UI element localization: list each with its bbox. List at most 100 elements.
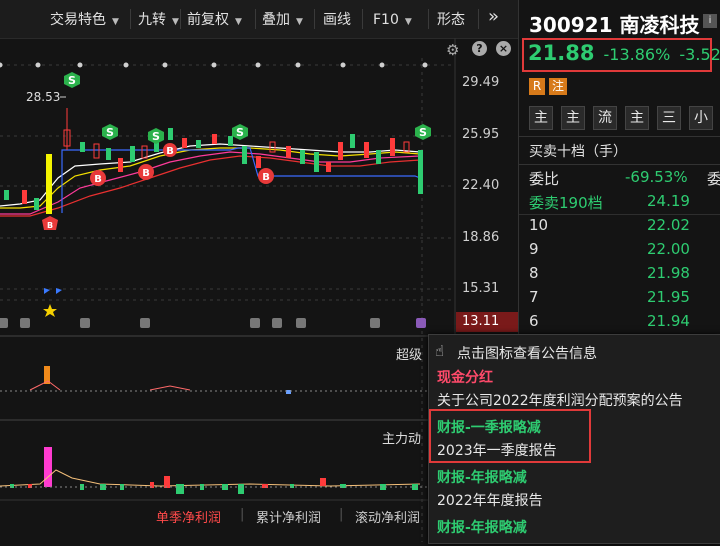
price-label: 22.40: [462, 178, 500, 193]
bid-ratio-label: 委比: [529, 170, 560, 188]
price-label: 25.95: [462, 127, 500, 142]
toolbar-adjust[interactable]: 前复权 ▼: [187, 9, 242, 31]
ask-level-num: 9: [529, 240, 539, 258]
toolbar-label: 九转: [138, 12, 166, 28]
ask-level-num: 8: [529, 264, 539, 282]
announcement-popup: ☝ 点击图标查看公告信息 现金分红 关于公司2022年度利润分配预案的公告 财报…: [428, 334, 720, 544]
event-flags: [43, 288, 62, 317]
svg-text:B: B: [94, 174, 102, 185]
grid-lines: [0, 58, 455, 542]
ask-level-num: 7: [529, 288, 539, 306]
tab-cumulative-profit[interactable]: 累计净利润: [256, 507, 321, 526]
divider: [478, 9, 479, 29]
divider: |: [339, 507, 344, 522]
help-icon[interactable]: ?: [472, 41, 487, 56]
section-title-q1-report[interactable]: 财报-一季报略减: [437, 417, 541, 437]
order-book-title: 买卖十档（手）: [529, 144, 627, 160]
popup-hint: 点击图标查看公告信息: [457, 346, 597, 362]
svg-text:B: B: [262, 172, 270, 183]
ask-level-price: 22.02: [647, 216, 690, 234]
toolbar-label: 画线: [323, 12, 351, 28]
stock-header: 300921 南凌科技: [529, 9, 699, 38]
toolbar-draw-line[interactable]: 画线: [323, 9, 351, 31]
btn-main-1[interactable]: 主: [529, 106, 553, 130]
badge-note[interactable]: 注: [549, 78, 567, 95]
high-price-marker: 28.53: [26, 90, 61, 104]
info-icon[interactable]: i: [703, 14, 717, 28]
price-label: 29.49: [462, 75, 500, 90]
svg-text:B: B: [142, 168, 150, 179]
ma-line-white: [0, 143, 421, 207]
divider: |: [240, 507, 245, 522]
section-title-annual-report[interactable]: 财报-年报略减: [437, 517, 527, 537]
toolbar-label: 叠加: [262, 12, 290, 28]
chevron-down-icon: ▼: [172, 17, 179, 27]
btn-small[interactable]: 小: [689, 106, 713, 130]
svg-text:B: B: [47, 221, 53, 230]
section-title-dividend[interactable]: 现金分红: [437, 367, 493, 387]
badge-r[interactable]: R: [529, 78, 545, 95]
toolbar-trade-features[interactable]: 交易特色 ▼: [50, 9, 119, 31]
toolbar-nine-turn[interactable]: 九转 ▼: [138, 9, 179, 31]
divider: [314, 9, 315, 29]
divider: [130, 9, 131, 29]
divider: [180, 9, 181, 29]
ma-line-pink: [0, 151, 421, 215]
toolbar-label: F10: [373, 12, 399, 28]
divider: [519, 164, 720, 165]
price-label: 15.31: [462, 281, 500, 296]
stock-name: 南凌科技: [619, 13, 700, 37]
svg-text:S: S: [106, 126, 114, 139]
bid-ratio-value: -69.53%: [625, 168, 688, 186]
current-price-label: 13.11: [462, 314, 500, 329]
divider: [255, 9, 256, 29]
chevron-down-icon: ▼: [404, 17, 412, 27]
btn-three[interactable]: 三: [657, 106, 681, 130]
btn-main-3[interactable]: 主: [625, 106, 649, 130]
chevron-down-icon: ▼: [296, 17, 303, 27]
pointer-icon: ☝: [435, 342, 445, 360]
ask-level-price: 21.94: [647, 312, 690, 330]
price-row: 21.88 -13.86% -3.52: [528, 41, 720, 65]
announcement-link[interactable]: 2022年年度报告: [437, 490, 543, 510]
toolbar-overlay[interactable]: 叠加 ▼: [262, 9, 303, 31]
tab-rolling-profit[interactable]: 滚动净利润: [355, 507, 420, 526]
ask-level-price: 22.00: [647, 240, 690, 258]
sell-signal-badges: S S S S S: [64, 72, 431, 144]
tab-quarterly-profit[interactable]: 单季净利润: [156, 507, 221, 526]
stock-code: 300921: [529, 13, 613, 37]
ask-level-num: 10: [529, 216, 549, 234]
ask-level-price: 21.98: [647, 264, 690, 282]
btn-flow[interactable]: 流: [593, 106, 617, 130]
ask-depth-value: 24.19: [647, 192, 690, 210]
indicator-1-bars: [29, 366, 291, 394]
svg-text:S: S: [419, 126, 427, 139]
price-label: 18.86: [462, 230, 500, 245]
announcement-icons: [0, 318, 426, 328]
section-title-annual-report[interactable]: 财报-年报略减: [437, 467, 527, 487]
announcement-link[interactable]: 2023年一季度报告: [437, 440, 557, 460]
announcement-link[interactable]: 关于公司2022年度利润分配预案的公告: [437, 390, 683, 410]
btn-main-2[interactable]: 主: [561, 106, 585, 130]
toolbar-label: 交易特色: [50, 12, 106, 28]
divider: [428, 9, 429, 29]
settings-icon[interactable]: ⚙: [446, 41, 459, 59]
bid-extra-label: 委: [707, 170, 720, 188]
divider: [362, 9, 363, 29]
close-icon[interactable]: ×: [496, 41, 511, 56]
chart-toolbar: 交易特色 ▼ 九转 ▼ 前复权 ▼ 叠加 ▼ 画线 F10 ▼ 形态 »: [0, 0, 518, 39]
svg-text:S: S: [152, 130, 160, 143]
svg-text:S: S: [68, 74, 76, 87]
current-price: 21.88: [528, 41, 595, 65]
indicator-2-label: 主力动: [382, 432, 422, 447]
toolbar-f10[interactable]: F10 ▼: [373, 9, 412, 31]
toolbar-pattern[interactable]: 形态: [437, 9, 465, 31]
more-icon[interactable]: »: [488, 6, 499, 28]
change-percent: -13.86%: [603, 45, 671, 64]
divider: [519, 214, 720, 215]
indicator-1-label: 超级: [396, 348, 423, 363]
divider: [519, 136, 720, 137]
chevron-down-icon: ▼: [112, 17, 119, 27]
toolbar-label: 前复权: [187, 12, 229, 28]
chevron-down-icon: ▼: [235, 17, 242, 27]
